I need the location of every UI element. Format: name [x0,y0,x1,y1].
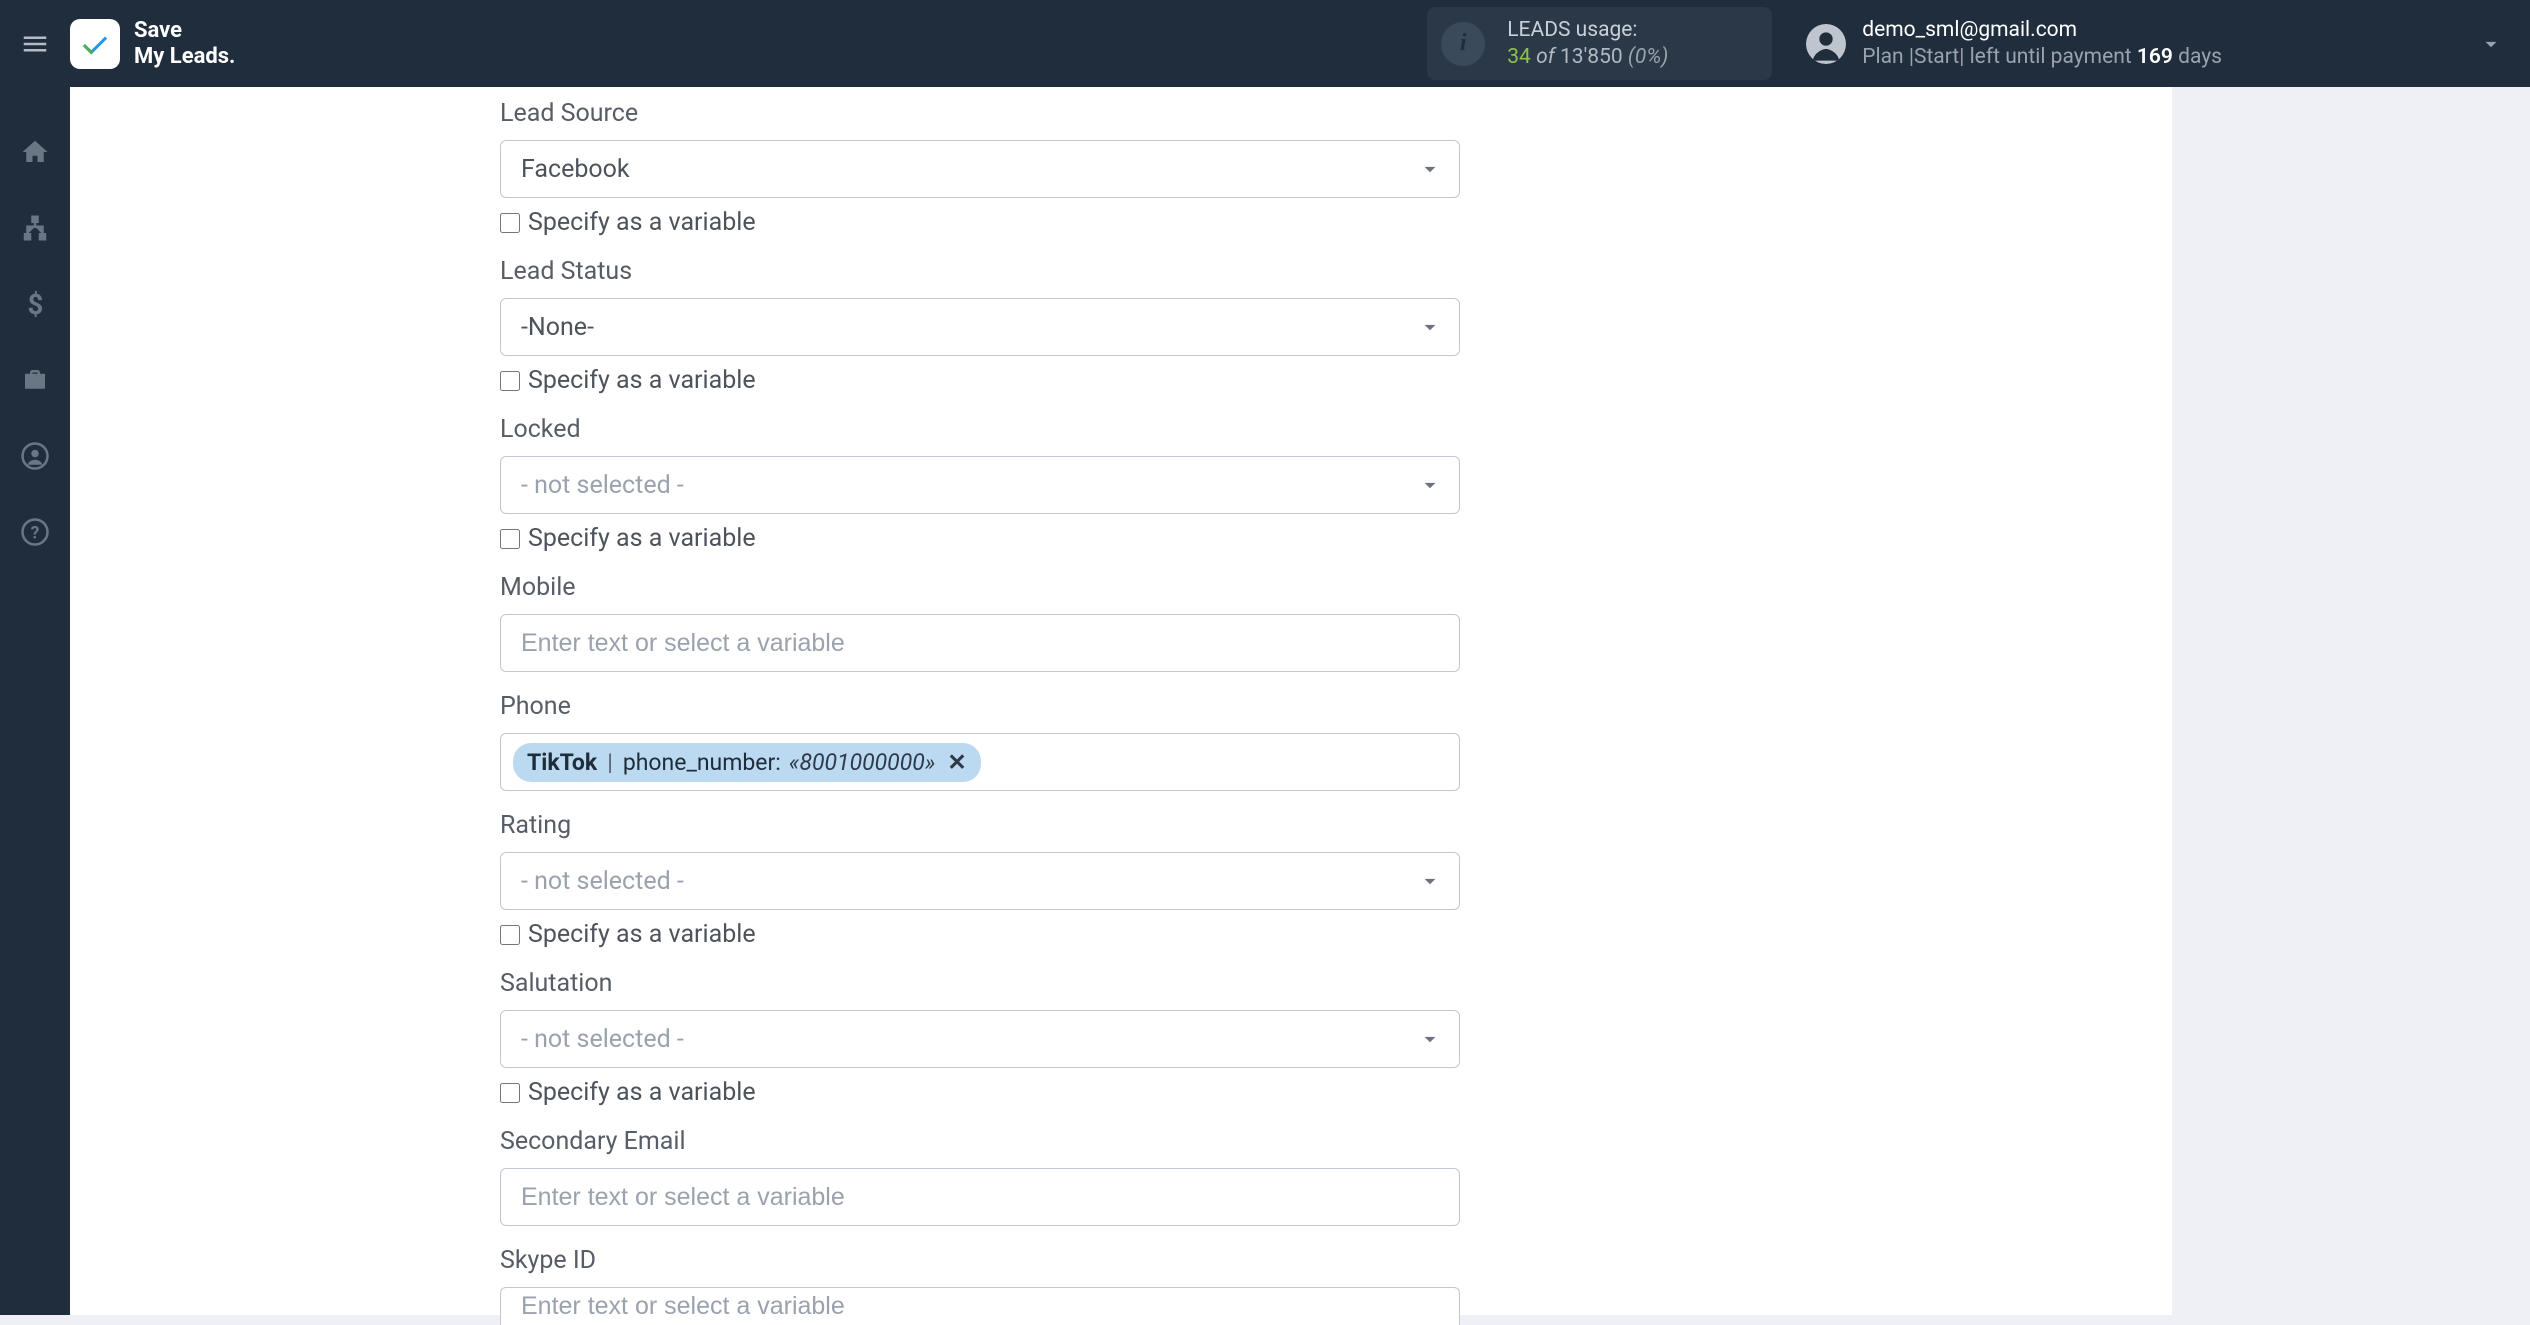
rating-variable-checkbox[interactable] [500,925,520,945]
chip-value: «8001000000» [789,749,935,776]
field-label: Skype ID [500,1246,1460,1275]
select-value: - not selected - [521,867,684,896]
locked-variable-checkbox[interactable] [500,529,520,549]
lead-status-select[interactable]: -None- [500,298,1460,356]
field-label: Phone [500,692,1460,721]
dollar-icon: $ [20,289,50,319]
salutation-select[interactable]: - not selected - [500,1010,1460,1068]
field-label: Lead Source [500,99,1460,128]
field-lead-source: Lead Source Facebook Specify as a variab… [500,99,1460,237]
skype-id-input-wrapper [500,1287,1460,1325]
usage-label: LEADS usage: [1507,17,1668,43]
header-caret-button[interactable] [2476,29,2506,59]
menu-icon [20,29,50,59]
checkbox-label[interactable]: Specify as a variable [528,366,756,395]
field-lead-status: Lead Status -None- Specify as a variable [500,257,1460,395]
user-plan: Plan |Start| left until payment 169 days [1862,44,2222,70]
select-value: -None- [521,313,594,342]
chevron-down-icon [1417,472,1443,498]
field-mobile: Mobile [500,573,1460,672]
hamburger-menu-button[interactable] [0,0,70,87]
sidebar-item-help[interactable]: ? [16,513,54,551]
header: Save My Leads. i LEADS usage: 34 of 13'8… [0,0,2530,87]
field-skype-id: Skype ID [500,1246,1460,1325]
mobile-input-wrapper [500,614,1460,672]
svg-text:?: ? [31,523,40,543]
chevron-down-icon [2478,31,2504,57]
app-logo[interactable]: Save My Leads. [70,18,235,69]
sidebar-item-account[interactable] [16,437,54,475]
form-card: Lead Source Facebook Specify as a variab… [70,87,2172,1315]
home-icon [20,137,50,167]
user-menu[interactable]: demo_sml@gmail.com Plan |Start| left unt… [1806,17,2222,70]
skype-id-input[interactable] [521,1288,1407,1325]
field-locked: Locked - not selected - Specify as a var… [500,415,1460,553]
checkbox-label[interactable]: Specify as a variable [528,208,756,237]
sidebar: $ ? [0,87,70,1315]
lead-source-select[interactable]: Facebook [500,140,1460,198]
briefcase-icon [20,365,50,395]
chip-source: TikTok [527,749,597,776]
locked-select[interactable]: - not selected - [500,456,1460,514]
field-phone: Phone TikTok | phone_number: «8001000000… [500,692,1460,791]
field-rating: Rating - not selected - Specify as a var… [500,811,1460,949]
checkbox-label[interactable]: Specify as a variable [528,524,756,553]
info-icon: i [1441,22,1485,66]
sidebar-item-connections[interactable] [16,209,54,247]
svg-text:$: $ [28,289,44,319]
field-label: Mobile [500,573,1460,602]
chip-remove-button[interactable]: ✕ [943,749,966,776]
select-value: Facebook [521,155,630,184]
field-label: Secondary Email [500,1127,1460,1156]
phone-input[interactable]: TikTok | phone_number: «8001000000» ✕ [500,733,1460,791]
chevron-down-icon [1417,156,1443,182]
salutation-variable-checkbox[interactable] [500,1083,520,1103]
phone-variable-chip[interactable]: TikTok | phone_number: «8001000000» ✕ [513,743,981,782]
user-email: demo_sml@gmail.com [1862,17,2222,43]
usage-box[interactable]: i LEADS usage: 34 of 13'850 (0%) [1427,7,1772,80]
sitemap-icon [20,213,50,243]
field-label: Lead Status [500,257,1460,286]
chip-field: phone_number: [623,749,781,776]
field-label: Rating [500,811,1460,840]
lead-source-variable-checkbox[interactable] [500,213,520,233]
logo-badge [70,19,120,69]
field-secondary-email: Secondary Email [500,1127,1460,1226]
chip-separator: | [605,749,615,776]
avatar-icon [1806,24,1846,64]
secondary-email-input[interactable] [521,1169,1407,1225]
chevron-down-icon [1417,868,1443,894]
chevron-down-icon [1417,314,1443,340]
app-name: Save My Leads. [134,18,235,69]
sidebar-item-home[interactable] [16,133,54,171]
main: Lead Source Facebook Specify as a variab… [70,87,2530,1315]
checkbox-label[interactable]: Specify as a variable [528,920,756,949]
lead-status-variable-checkbox[interactable] [500,371,520,391]
rating-select[interactable]: - not selected - [500,852,1460,910]
chevron-down-icon [1417,1026,1443,1052]
checkbox-label[interactable]: Specify as a variable [528,1078,756,1107]
user-circle-icon [20,441,50,471]
field-label: Salutation [500,969,1460,998]
select-value: - not selected - [521,471,684,500]
checkmark-icon [77,26,113,62]
select-value: - not selected - [521,1025,684,1054]
mobile-input[interactable] [521,615,1407,671]
sidebar-item-briefcase[interactable] [16,361,54,399]
usage-values: 34 of 13'850 (0%) [1507,44,1668,70]
secondary-email-input-wrapper [500,1168,1460,1226]
field-label: Locked [500,415,1460,444]
sidebar-item-billing[interactable]: $ [16,285,54,323]
help-icon: ? [20,517,50,547]
field-salutation: Salutation - not selected - Specify as a… [500,969,1460,1107]
